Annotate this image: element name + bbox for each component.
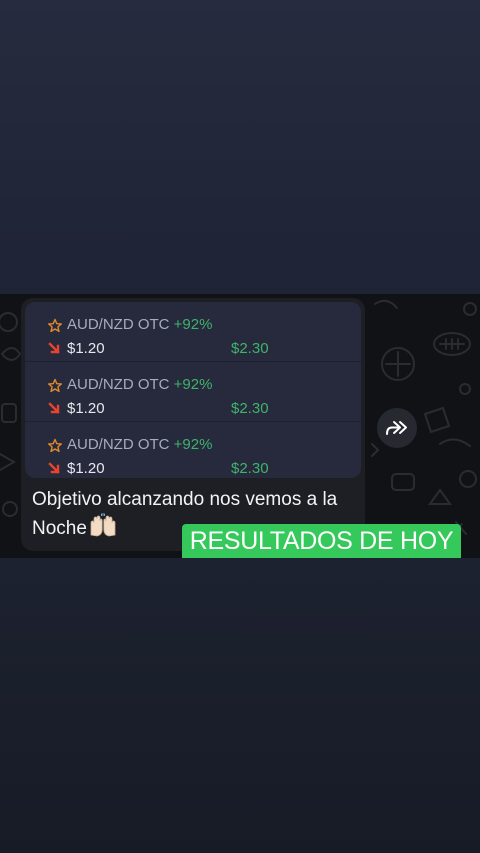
- star-outline-icon: [48, 318, 62, 333]
- background-bottom: [0, 558, 480, 853]
- payout-amount: $2.30: [231, 340, 269, 357]
- payout-percent: +92%: [173, 316, 213, 333]
- trade-row: AUD/NZD OTC +92% $1.20 $2.30: [25, 302, 361, 362]
- message-line-2: Noche: [32, 518, 87, 539]
- payout-percent: +92%: [173, 376, 213, 393]
- arrow-down-right-icon: [48, 462, 60, 474]
- raised-hands-icon: [90, 513, 116, 537]
- asset-pair-label: AUD/NZD OTC +92%: [67, 436, 213, 453]
- bet-amount: $1.20: [67, 400, 105, 417]
- message-line-1: Objetivo alcanzando nos vemos a la: [32, 489, 338, 510]
- results-today-banner: RESULTADOS DE HOY: [182, 524, 461, 558]
- forward-button[interactable]: [377, 408, 417, 448]
- payout-amount: $2.30: [231, 460, 269, 477]
- bet-amount: $1.20: [67, 460, 105, 477]
- asset-pair-label: AUD/NZD OTC +92%: [67, 316, 213, 333]
- star-outline-icon: [48, 378, 62, 393]
- trade-row: AUD/NZD OTC +92% $1.20 $2.30: [25, 422, 361, 478]
- arrow-down-right-icon: [48, 402, 60, 414]
- trade-results-card: AUD/NZD OTC +92% $1.20 $2.30 AUD/NZD OTC…: [25, 302, 361, 478]
- trade-row: AUD/NZD OTC +92% $1.20 $2.30: [25, 362, 361, 422]
- background-top: [0, 0, 480, 294]
- forward-icon: [386, 421, 407, 435]
- message-bubble: AUD/NZD OTC +92% $1.20 $2.30 AUD/NZD OTC…: [21, 298, 365, 551]
- bet-amount: $1.20: [67, 340, 105, 357]
- payout-amount: $2.30: [231, 400, 269, 417]
- arrow-down-right-icon: [48, 342, 60, 354]
- asset-pair-label: AUD/NZD OTC +92%: [67, 376, 213, 393]
- chat-screenshot: AUD/NZD OTC +92% $1.20 $2.30 AUD/NZD OTC…: [0, 294, 480, 558]
- payout-percent: +92%: [173, 436, 213, 453]
- star-outline-icon: [48, 438, 62, 453]
